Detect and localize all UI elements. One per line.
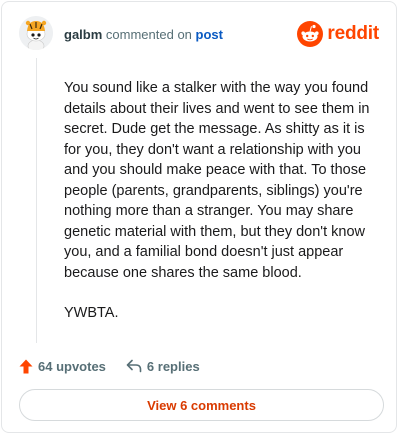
comment-paragraph: You sound like a stalker with the way yo… xyxy=(64,80,370,281)
upvote-arrow-icon xyxy=(19,359,33,373)
comment-actions: 64 upvotes 6 replies xyxy=(19,356,200,376)
reply-icon xyxy=(126,359,142,373)
comment-paragraph: YWBTA. xyxy=(64,305,119,321)
snoo-avatar-icon xyxy=(19,16,53,50)
thread-line xyxy=(36,58,37,343)
post-link[interactable]: post xyxy=(196,27,223,42)
reddit-wordmark: reddit xyxy=(327,23,379,44)
comment-body: You sound like a stalker with the way yo… xyxy=(64,78,382,344)
comment-card: galbm commented on post reddit You sound… xyxy=(1,1,397,433)
reply-count: 6 replies xyxy=(146,358,200,374)
upvote-button[interactable]: 64 upvotes xyxy=(19,359,106,374)
username[interactable]: galbm xyxy=(64,27,102,42)
avatar[interactable] xyxy=(19,16,53,50)
reddit-logo[interactable]: reddit xyxy=(297,20,379,48)
replies-button[interactable]: 6 replies xyxy=(126,359,200,374)
reddit-snoo-icon xyxy=(297,21,324,47)
comment-header: galbm commented on post xyxy=(64,28,223,42)
action-text: commented on xyxy=(105,27,192,42)
upvote-count: 64 upvotes xyxy=(38,358,106,374)
view-comments-button[interactable]: View 6 comments xyxy=(19,389,384,421)
